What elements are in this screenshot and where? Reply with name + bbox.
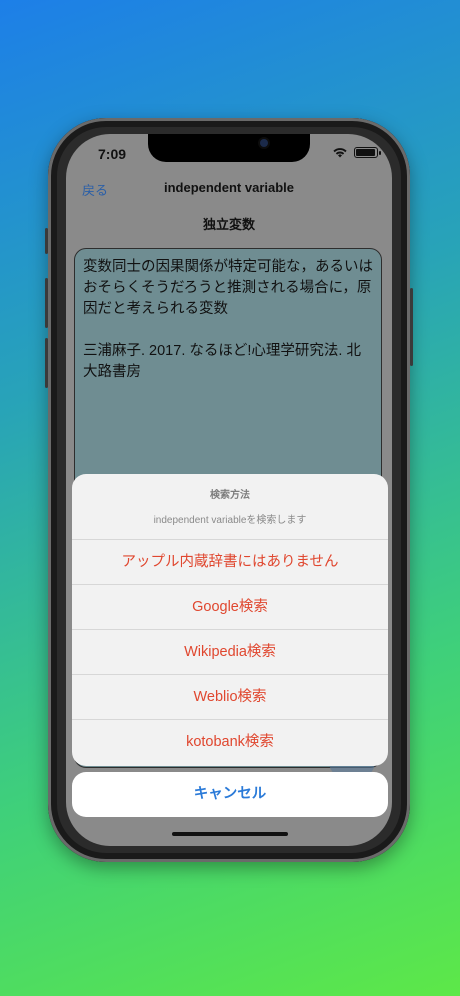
status-time: 7:09 — [98, 146, 127, 162]
home-indicator — [172, 832, 288, 836]
cancel-button[interactable]: キャンセル — [72, 772, 388, 817]
power-button — [410, 288, 413, 366]
action-sheet: 検索方法 independent variableを検索します アップル内蔵辞書… — [72, 474, 388, 766]
battery-icon — [354, 146, 381, 158]
camera-icon — [260, 139, 268, 147]
nav-title: independent variable — [163, 180, 295, 195]
action-sheet-message: independent variableを検索します — [153, 515, 307, 526]
screen: 7:09 independent variable 戻る 独立変数 変数同士の因… — [66, 134, 392, 846]
definition-text: 変数同士の因果関係が特定可能な，あるいはおそらくそうだろうと推測される場合に，原… — [83, 259, 373, 317]
wifi-icon — [333, 148, 347, 158]
option-weblio-search[interactable]: Weblio検索 — [72, 675, 388, 720]
option-apple-dictionary[interactable]: アップル内蔵辞書にはありません — [72, 540, 388, 585]
term-subtitle: 独立変数 — [202, 217, 255, 232]
status-icons — [332, 146, 381, 158]
volume-up-button — [45, 278, 48, 328]
volume-down-button — [45, 338, 48, 388]
option-kotobank-search[interactable]: kotobank検索 — [72, 720, 388, 765]
option-google-search[interactable]: Google検索 — [72, 585, 388, 630]
back-button[interactable]: 戻る — [82, 180, 108, 199]
action-sheet-title: 検索方法 — [210, 490, 250, 501]
reference-text: 三浦麻子. 2017. なるほど!心理学研究法. 北大路書房 — [83, 343, 361, 380]
option-wikipedia-search[interactable]: Wikipedia検索 — [72, 630, 388, 675]
mute-switch — [45, 228, 48, 254]
action-sheet-header: 検索方法 independent variableを検索します — [72, 474, 388, 540]
notch — [148, 134, 310, 162]
